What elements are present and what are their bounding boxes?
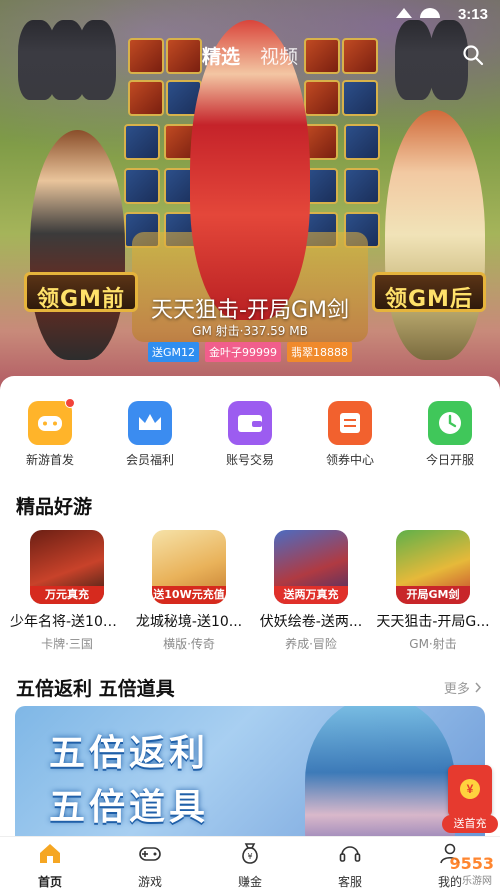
top-tab-bar: 精选 视频 — [0, 38, 500, 74]
promo-line-2: 五倍道具 — [49, 787, 210, 828]
chevron-right-icon — [475, 682, 482, 693]
game-icon-caption: 送两万真充 — [274, 586, 348, 604]
game-name: 少年名将-送100... — [10, 614, 126, 630]
hero-game-title[interactable]: 天天狙击-开局GM剑 — [0, 292, 500, 324]
game-icon: 开局GM剑 — [396, 530, 470, 604]
more-label: 更多 — [443, 682, 470, 697]
game-genre: 卡牌·三国 — [41, 637, 93, 651]
skill-tile — [342, 80, 378, 116]
signal-wifi-icon — [396, 8, 440, 18]
nav-label: 游戏 — [137, 875, 162, 888]
gamepad-icon — [28, 398, 75, 445]
status-time: 3:13 — [457, 6, 488, 23]
headset-icon — [339, 846, 361, 862]
quick-link-label: 领券中心 — [325, 453, 374, 467]
quick-link-vip[interactable]: 会员福利 — [100, 401, 200, 468]
game-genre: 横版·传奇 — [163, 637, 215, 651]
quick-link-label: 会员福利 — [125, 453, 174, 467]
skill-tile — [344, 124, 380, 160]
red-packet-label: 送首充 — [442, 815, 498, 833]
quick-links: 新游首发 会员福利 账号交易 领券中心 今日开服 — [0, 398, 500, 471]
status-icons — [392, 6, 442, 23]
bottom-nav: 首页 游戏 ¥ 赚金 客服 我的 — [0, 836, 500, 888]
hero-tag: 金叶子99999 — [205, 342, 281, 362]
nav-home[interactable]: 首页 — [0, 841, 100, 888]
nav-label: 客服 — [337, 875, 362, 888]
game-name: 龙城秘境-送10... — [135, 614, 243, 630]
promo-character — [305, 706, 455, 846]
skill-tile — [124, 124, 160, 160]
skill-tile — [128, 80, 164, 116]
featured-title: 精品好游 — [16, 496, 93, 518]
new-badge — [65, 398, 75, 408]
game-card[interactable]: 开局GM剑 天天狙击-开局G... GM·射击 — [372, 530, 494, 652]
promo-banner[interactable]: 五倍返利 五倍道具 — [15, 706, 485, 846]
quick-link-server-open[interactable]: 今日开服 — [400, 401, 500, 468]
game-name: 天天狙击-开局G... — [376, 614, 490, 630]
quick-link-label: 今日开服 — [425, 453, 474, 467]
promo-line-1: 五倍返利 — [49, 733, 210, 774]
game-genre: 养成·冒险 — [285, 637, 337, 651]
nav-label: 首页 — [37, 875, 62, 888]
skill-tile — [304, 80, 340, 116]
game-icon-caption: 开局GM剑 — [396, 586, 470, 604]
game-icon: 送两万真充 — [274, 530, 348, 604]
hero-tags: 送GM12 金叶子99999 翡翠18888 — [0, 342, 500, 362]
svg-text:¥: ¥ — [247, 852, 252, 861]
tab-featured[interactable]: 精选 — [202, 42, 240, 69]
nav-label: 赚金 — [237, 875, 262, 888]
skill-tile — [124, 168, 160, 204]
main-content: 新游首发 会员福利 账号交易 领券中心 今日开服 精品好游 万元真充 少年名将-… — [0, 376, 500, 846]
more-link[interactable]: 更多 — [444, 678, 482, 697]
quick-link-new-games[interactable]: 新游首发 — [0, 398, 100, 468]
game-icon: 送10W元充值 — [152, 530, 226, 604]
hero-game-meta: GM 射击·337.59 MB — [192, 324, 308, 338]
app-screen: 领GM前 领GM后 3:13 精选 视频 天天狙击-开局GM剑 GM 射击·33… — [0, 0, 500, 888]
quick-link-label: 新游首发 — [25, 453, 74, 467]
hero-tag: 翡翠18888 — [287, 342, 352, 362]
quick-link-label: 账号交易 — [225, 453, 274, 467]
featured-games: 万元真充 少年名将-送100... 卡牌·三国 送10W元充值 龙城秘境-送10… — [0, 530, 500, 670]
quick-link-account-trade[interactable]: 账号交易 — [200, 401, 300, 468]
game-icon: 万元真充 — [30, 530, 104, 604]
home-icon — [40, 844, 60, 863]
clock-icon — [428, 401, 472, 445]
skill-tile — [344, 168, 380, 204]
game-card[interactable]: 送10W元充值 龙城秘境-送10... 横版·传奇 — [128, 530, 250, 652]
game-card[interactable]: 万元真充 少年名将-送100... 卡牌·三国 — [6, 530, 128, 652]
crown-icon — [128, 401, 172, 445]
coupon-icon — [328, 401, 372, 445]
hero-tag: 送GM12 — [147, 342, 199, 362]
game-name: 伏妖绘卷-送两... — [259, 614, 363, 630]
nav-support[interactable]: 客服 — [300, 841, 400, 888]
wallet-icon — [228, 401, 272, 445]
hero-banner[interactable]: 领GM前 领GM后 3:13 精选 视频 天天狙击-开局GM剑 GM 射击·33… — [0, 0, 500, 390]
watermark-logo: 9553 — [449, 854, 494, 873]
game-genre: GM·射击 — [409, 637, 457, 651]
game-icon-caption: 万元真充 — [30, 586, 104, 604]
money-bag-icon: ¥ — [242, 843, 258, 864]
first-charge-red-packet[interactable]: ¥ 送首充 — [442, 765, 498, 835]
tab-video[interactable]: 视频 — [260, 42, 298, 69]
gamepad-icon — [139, 847, 161, 861]
promo-section-title: 五倍返利 五倍道具 — [16, 678, 175, 700]
game-card[interactable]: 送两万真充 伏妖绘卷-送两... 养成·冒险 — [250, 530, 372, 652]
quick-link-coupons[interactable]: 领券中心 — [300, 401, 400, 468]
watermark-sub: 乐游网 — [462, 876, 492, 887]
nav-earn[interactable]: ¥ 赚金 — [200, 841, 300, 888]
nav-games[interactable]: 游戏 — [100, 841, 200, 888]
search-icon[interactable] — [462, 44, 484, 66]
game-icon-caption: 送10W元充值 — [152, 586, 226, 604]
coin-icon: ¥ — [460, 779, 480, 799]
